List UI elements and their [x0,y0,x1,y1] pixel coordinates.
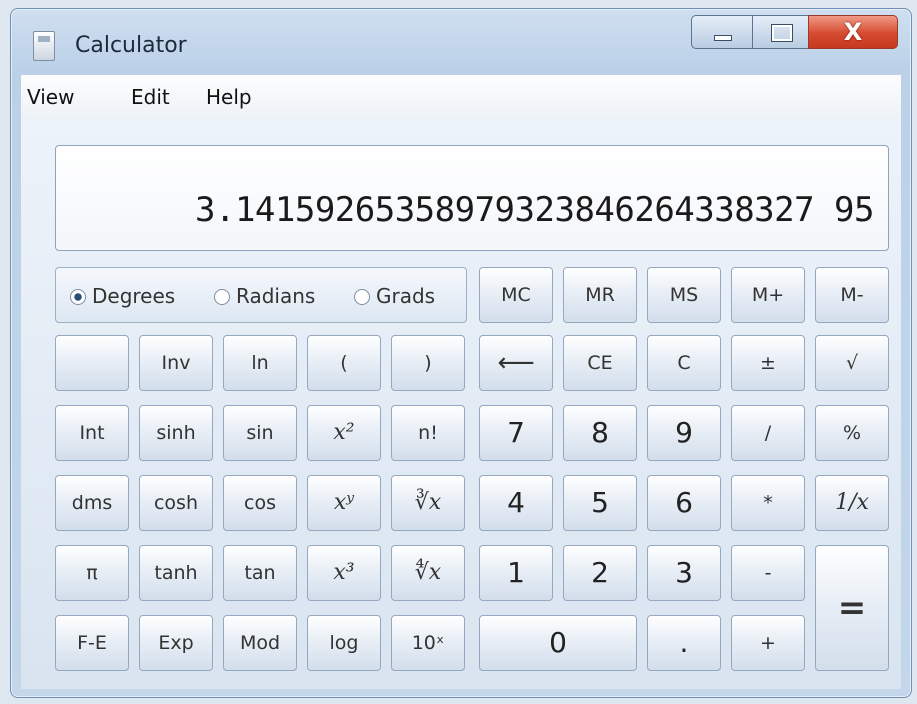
tan-button[interactable]: tan [223,545,297,601]
radio-radians[interactable]: Radians [214,284,315,308]
sqrt-button[interactable]: √ [815,335,889,391]
f-e-button[interactable]: F-E [55,615,129,671]
digit-3-button[interactable]: 3 [647,545,721,601]
digit-6-button[interactable]: 6 [647,475,721,531]
mc-button[interactable]: MC [479,267,553,323]
radio-radians-indicator [214,289,230,305]
percent-button[interactable]: % [815,405,889,461]
radio-grads[interactable]: Grads [354,284,435,308]
digit-4-button[interactable]: 4 [479,475,553,531]
digit-7-button[interactable]: 7 [479,405,553,461]
m-minus-button[interactable]: M- [815,267,889,323]
window-title: Calculator [75,33,187,58]
ce-button[interactable]: CE [563,335,637,391]
inv-button[interactable]: Inv [139,335,213,391]
exp-button[interactable]: Exp [139,615,213,671]
x-power-y-button[interactable]: xʸ [307,475,381,531]
add-button[interactable]: + [731,615,805,671]
sinh-button[interactable]: sinh [139,405,213,461]
maximize-icon [771,24,793,42]
close-button[interactable]: X [808,15,898,49]
title-bar[interactable]: Calculator X [11,9,911,71]
tanh-button[interactable]: tanh [139,545,213,601]
cube-root-button[interactable]: ∛x [391,475,465,531]
factorial-button[interactable]: n! [391,405,465,461]
digit-2-button[interactable]: 2 [563,545,637,601]
radio-degrees-indicator [70,289,86,305]
equals-button[interactable]: = [815,545,889,671]
radio-radians-label: Radians [236,284,316,308]
divide-button[interactable]: / [731,405,805,461]
menu-view[interactable]: View [27,85,74,109]
digit-1-button[interactable]: 1 [479,545,553,601]
angle-mode-group: Degrees Radians Grads [55,267,467,323]
calculator-window: Calculator X View Edit Help 3.1415926535… [10,8,912,698]
sin-button[interactable]: sin [223,405,297,461]
multiply-button[interactable]: * [731,475,805,531]
cosh-button[interactable]: cosh [139,475,213,531]
ten-power-x-button[interactable]: 10ˣ [391,615,465,671]
menu-edit[interactable]: Edit [131,85,170,109]
radio-grads-label: Grads [376,284,436,308]
decimal-button[interactable]: . [647,615,721,671]
pi-button[interactable]: π [55,545,129,601]
dms-button[interactable]: dms [55,475,129,531]
mr-button[interactable]: MR [563,267,637,323]
ms-button[interactable]: MS [647,267,721,323]
blank-button[interactable] [55,335,129,391]
display-panel: 3.14159265358979323846264338327 95 [55,145,889,251]
int-button[interactable]: Int [55,405,129,461]
digit-0-button[interactable]: 0 [479,615,637,671]
radio-degrees[interactable]: Degrees [70,284,175,308]
open-paren-button[interactable]: ( [307,335,381,391]
x-squared-button[interactable]: x² [307,405,381,461]
plus-minus-button[interactable]: ± [731,335,805,391]
radio-degrees-label: Degrees [92,284,176,308]
calculator-body: 3.14159265358979323846264338327 95 Degre… [21,119,901,689]
reciprocal-button[interactable]: 1/x [815,475,889,531]
minimize-button[interactable] [691,15,753,49]
log-button[interactable]: log [307,615,381,671]
maximize-button[interactable] [752,15,809,49]
menu-bar: View Edit Help [21,75,901,120]
digit-9-button[interactable]: 9 [647,405,721,461]
close-paren-button[interactable]: ) [391,335,465,391]
ln-button[interactable]: ln [223,335,297,391]
cos-button[interactable]: cos [223,475,297,531]
digit-8-button[interactable]: 8 [563,405,637,461]
calculator-icon [33,31,55,61]
subtract-button[interactable]: - [731,545,805,601]
y-root-x-button[interactable]: ∜x [391,545,465,601]
digit-5-button[interactable]: 5 [563,475,637,531]
c-button[interactable]: C [647,335,721,391]
mod-button[interactable]: Mod [223,615,297,671]
display-value: 3.14159265358979323846264338327 95 [195,190,874,230]
radio-grads-indicator [354,289,370,305]
x-cubed-button[interactable]: x³ [307,545,381,601]
menu-help[interactable]: Help [206,85,252,109]
m-plus-button[interactable]: M+ [731,267,805,323]
minimize-icon [714,35,732,41]
backspace-button[interactable]: ⟵ [479,335,553,391]
close-icon: X [843,18,863,46]
